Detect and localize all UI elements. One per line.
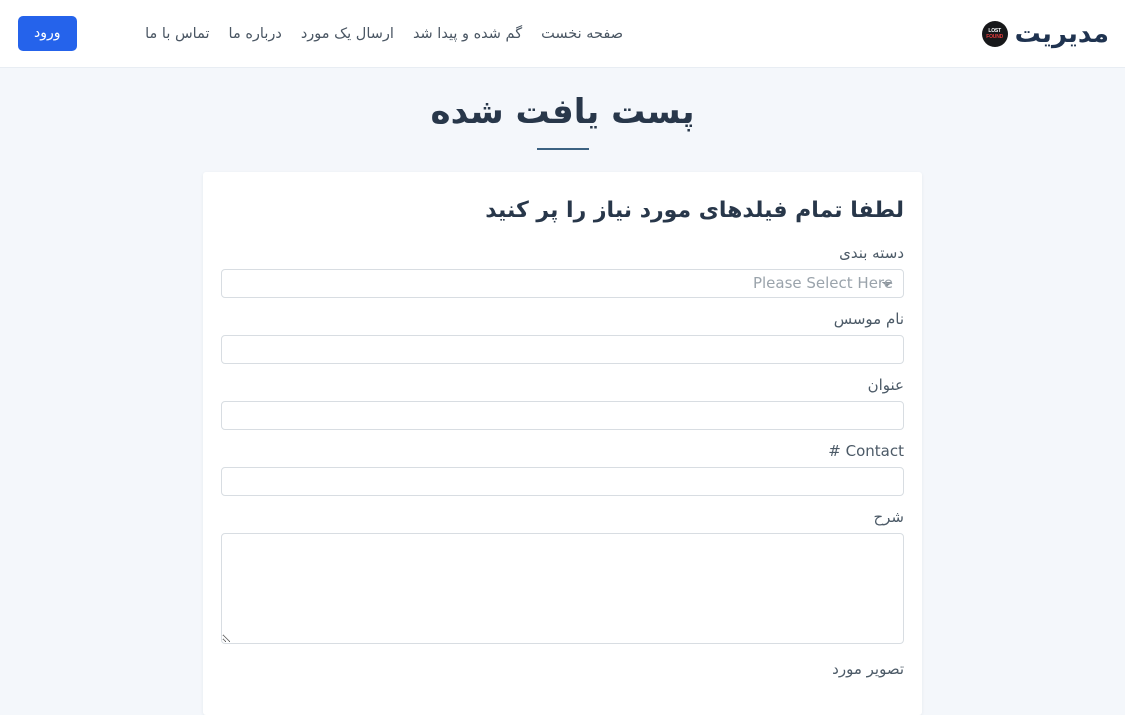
page-title-section: پست یافت شده xyxy=(0,68,1125,150)
badge-line-2: FOUND xyxy=(986,33,1004,40)
login-button[interactable]: ورود xyxy=(18,16,77,51)
brand-name: مدیریت xyxy=(1014,18,1109,49)
field-description: شرح xyxy=(221,507,904,648)
brand-logo[interactable]: مدیریت LOST FOUND xyxy=(981,18,1109,49)
category-select[interactable]: Please Select Here xyxy=(221,268,904,298)
field-title: عنوان xyxy=(221,375,904,430)
nav-item-submit-item[interactable]: ارسال یک مورد xyxy=(301,26,394,42)
nav-item-about-us[interactable]: درباره ما xyxy=(229,26,282,42)
page-title: پست یافت شده xyxy=(430,92,695,132)
nav-item-lost-and-found[interactable]: گم شده و پیدا شد xyxy=(413,26,522,42)
nav-item-home[interactable]: صفحه نخست xyxy=(541,26,623,42)
title-input[interactable] xyxy=(221,400,904,430)
lost-found-badge-icon: LOST FOUND xyxy=(981,20,1008,47)
founder-name-input[interactable] xyxy=(221,334,904,364)
field-label-contact: # Contact xyxy=(828,441,904,460)
field-contact: # Contact xyxy=(221,441,904,496)
field-label-founder-name: نام موسس xyxy=(833,309,904,328)
description-textarea[interactable] xyxy=(221,532,904,644)
field-label-item-image: تصویر مورد xyxy=(832,659,904,678)
site-header: مدیریت LOST FOUND صفحه نخست گم شده و پید… xyxy=(0,0,1125,68)
main-navigation: صفحه نخست گم شده و پیدا شد ارسال یک مورد… xyxy=(145,26,913,42)
field-label-category: دسته بندی xyxy=(839,243,904,262)
field-item-image: تصویر مورد xyxy=(221,659,904,680)
item-form-card: لطفا تمام فیلدهای مورد نیاز را پر کنید د… xyxy=(203,171,922,715)
field-label-title: عنوان xyxy=(867,375,904,394)
field-label-description: شرح xyxy=(873,507,904,526)
title-underline-accent xyxy=(536,147,589,150)
nav-item-contact-us[interactable]: تماس با ما xyxy=(145,26,209,42)
field-founder-name: نام موسس xyxy=(221,309,904,364)
field-category: دسته بندی Please Select Here xyxy=(221,243,904,298)
form-heading: لطفا تمام فیلدهای مورد نیاز را پر کنید xyxy=(485,197,904,223)
contact-input[interactable] xyxy=(221,466,904,496)
